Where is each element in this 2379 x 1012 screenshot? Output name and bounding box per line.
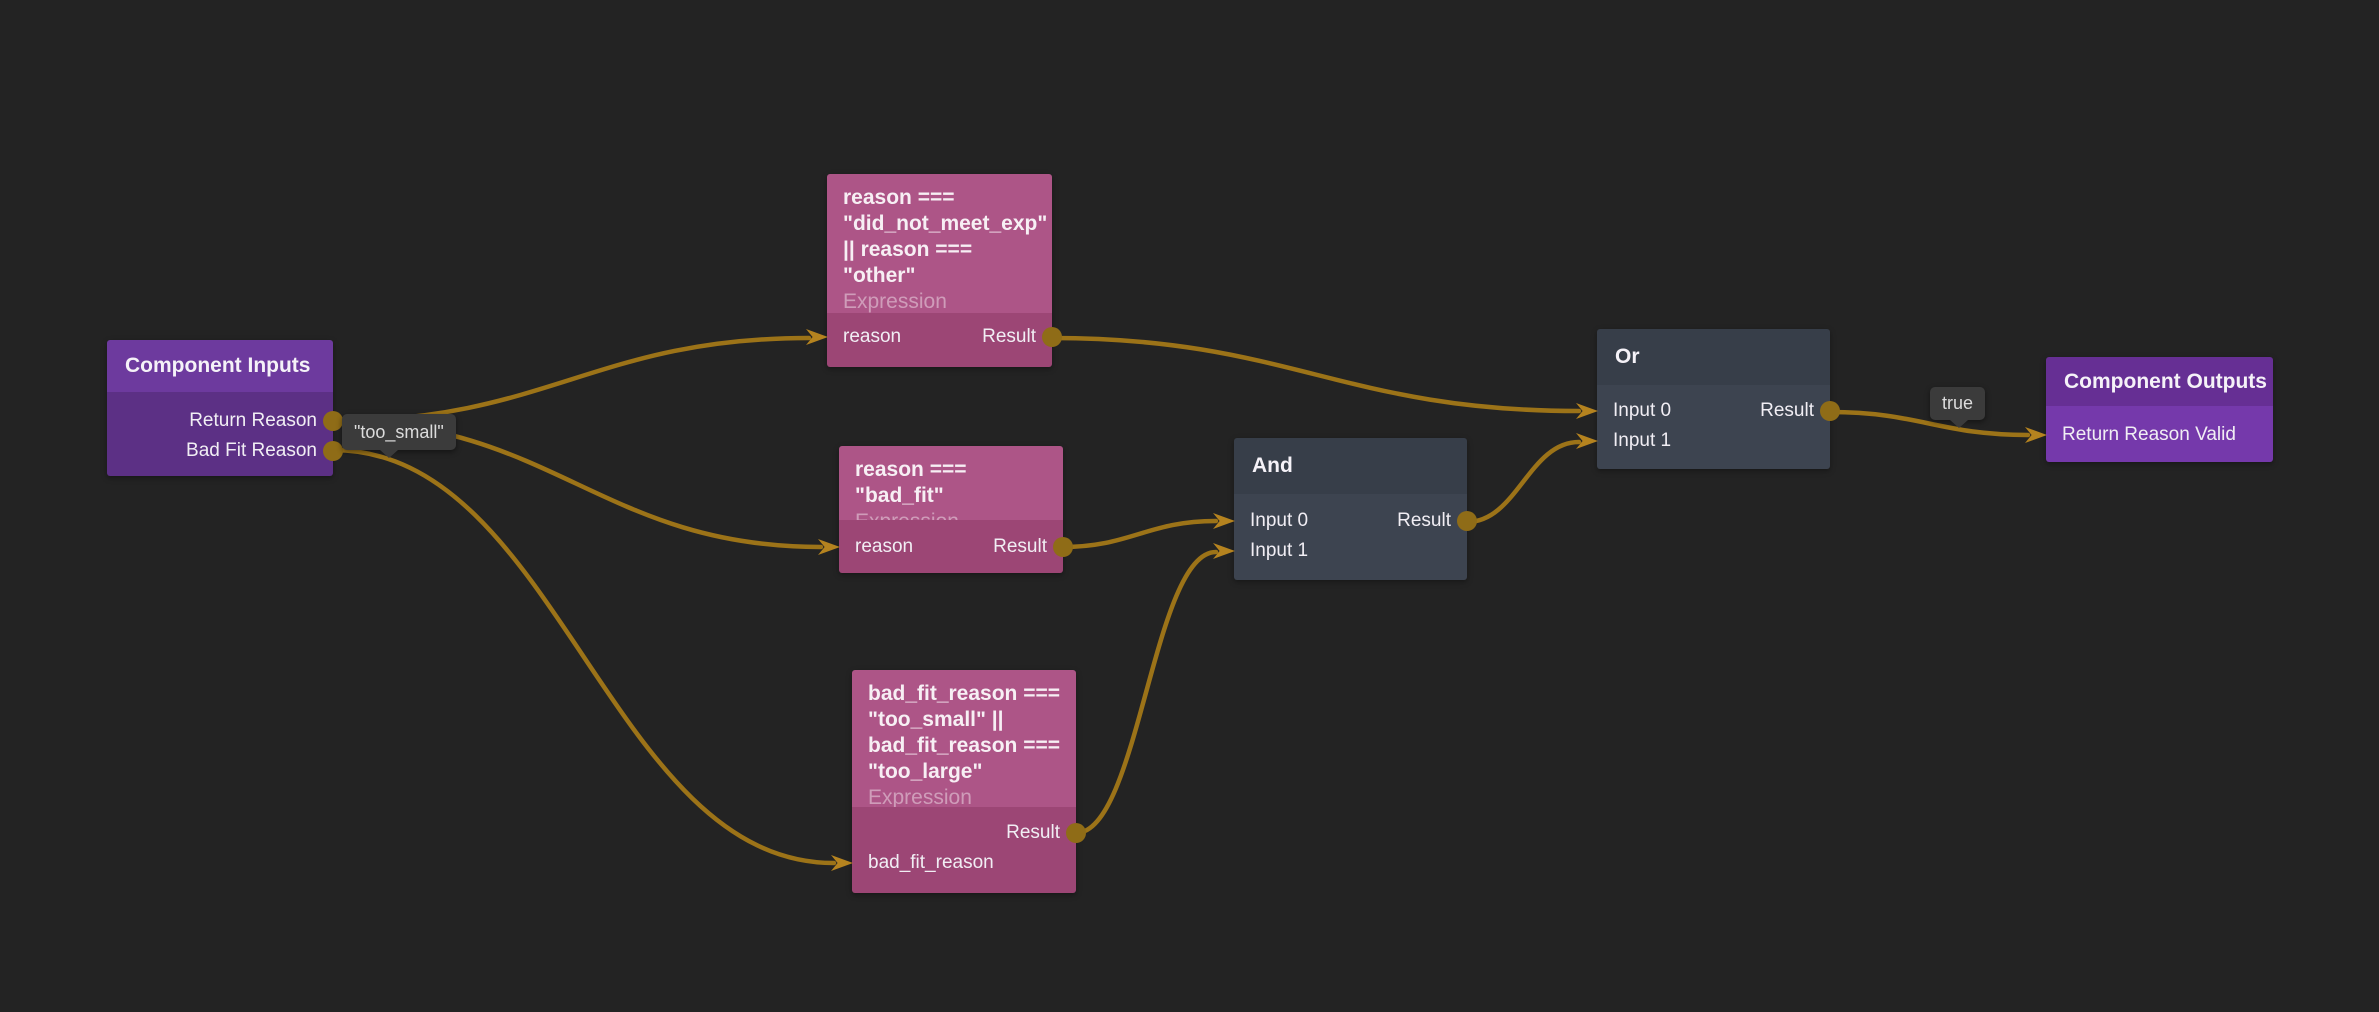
wire-return-reason-to-expression-1[interactable] (333, 338, 809, 421)
input-port-label: reason (843, 326, 901, 348)
output-port-result[interactable] (1066, 823, 1086, 843)
output-port-result[interactable] (1820, 401, 1840, 421)
expression-code: reason === "bad_fit" (855, 457, 1047, 509)
expression-code: bad_fit_reason === "too_small" || bad_fi… (868, 681, 1060, 785)
node-header: Or (1597, 329, 1830, 385)
wire-and-result-to-or-input-1[interactable] (1467, 442, 1579, 522)
node-header: reason === "bad_fit" Expression (839, 446, 1063, 520)
wire-layer (0, 0, 2379, 1012)
node-title: Or (1597, 345, 1640, 369)
port-row: reason Result (839, 532, 1063, 562)
port-row: Return Reason Valid (2046, 420, 2273, 450)
node-header: And (1234, 438, 1467, 494)
wire-expression-2-to-and-input-0[interactable] (1062, 521, 1216, 547)
input-port-label: bad_fit_reason (868, 852, 994, 874)
node-title: And (1234, 454, 1293, 478)
output-port-label: Result (1006, 822, 1060, 844)
input-port-label: Return Reason Valid (2062, 424, 2236, 446)
output-port-label: Return Reason (189, 410, 317, 432)
node-or[interactable]: Or Input 0 Result Input 1 (1597, 329, 1830, 469)
node-title: Component Inputs (107, 354, 310, 378)
node-expression-2[interactable]: reason === "bad_fit" Expression reason R… (839, 446, 1063, 573)
output-port-label: Result (1760, 400, 1814, 422)
node-body: Return Reason Valid (2046, 406, 2273, 462)
expression-code: reason === "did_not_meet_exp" || reason … (843, 185, 1036, 289)
wire-bad-fit-reason-to-expression-3[interactable] (333, 450, 834, 863)
node-expression-3[interactable]: bad_fit_reason === "too_small" || bad_fi… (852, 670, 1076, 893)
node-header: bad_fit_reason === "too_small" || bad_fi… (852, 670, 1076, 807)
output-port-return-reason[interactable] (323, 411, 343, 431)
tooltip-text: true (1942, 393, 1973, 413)
output-port-label: Result (1397, 510, 1451, 532)
node-component-outputs[interactable]: Component Outputs Return Reason Valid (2046, 357, 2273, 462)
port-row: Result (852, 818, 1076, 848)
output-port-label: Bad Fit Reason (186, 440, 317, 462)
value-tooltip-true: true (1930, 387, 1985, 420)
node-header: Component Inputs (107, 340, 333, 392)
port-row: Return Reason (107, 406, 333, 436)
node-and[interactable]: And Input 0 Result Input 1 (1234, 438, 1467, 580)
node-canvas[interactable]: Component Inputs Return Reason Bad Fit R… (0, 0, 2379, 1012)
node-body: Input 0 Result Input 1 (1597, 385, 1830, 469)
node-body: Result bad_fit_reason (852, 807, 1076, 893)
wire-or-result-to-component-outputs[interactable] (1830, 412, 2028, 435)
port-row: Bad Fit Reason (107, 436, 333, 466)
output-port-label: Result (993, 536, 1047, 558)
node-header: Component Outputs (2046, 357, 2273, 406)
wire-expression-3-to-and-input-1[interactable] (1076, 552, 1216, 833)
value-tooltip-too-small: "too_small" (342, 414, 456, 450)
port-row: Input 1 (1597, 426, 1830, 456)
node-type-label: Expression (843, 289, 1036, 315)
port-row: bad_fit_reason (852, 848, 1076, 878)
input-port-label: Input 0 (1613, 400, 1671, 422)
output-port-result[interactable] (1457, 511, 1477, 531)
output-port-result[interactable] (1042, 327, 1062, 347)
input-port-label: reason (855, 536, 913, 558)
output-port-result[interactable] (1053, 537, 1073, 557)
node-body: Return Reason Bad Fit Reason (107, 392, 333, 476)
tooltip-text: "too_small" (354, 422, 444, 442)
node-header: reason === "did_not_meet_exp" || reason … (827, 174, 1052, 313)
node-body: reason Result (827, 313, 1052, 367)
input-port-label: Input 1 (1613, 430, 1671, 452)
port-row: Input 0 Result (1597, 396, 1830, 426)
port-row: Input 1 (1234, 536, 1467, 566)
node-expression-1[interactable]: reason === "did_not_meet_exp" || reason … (827, 174, 1052, 367)
node-body: reason Result (839, 520, 1063, 573)
port-row: reason Result (827, 322, 1052, 352)
node-component-inputs[interactable]: Component Inputs Return Reason Bad Fit R… (107, 340, 333, 476)
input-port-label: Input 1 (1250, 540, 1308, 562)
node-body: Input 0 Result Input 1 (1234, 494, 1467, 580)
output-port-bad-fit-reason[interactable] (323, 441, 343, 461)
port-row: Input 0 Result (1234, 506, 1467, 536)
input-port-label: Input 0 (1250, 510, 1308, 532)
node-title: Component Outputs (2046, 370, 2267, 394)
output-port-label: Result (982, 326, 1036, 348)
wire-expression-1-to-or-input-0[interactable] (1052, 338, 1579, 411)
